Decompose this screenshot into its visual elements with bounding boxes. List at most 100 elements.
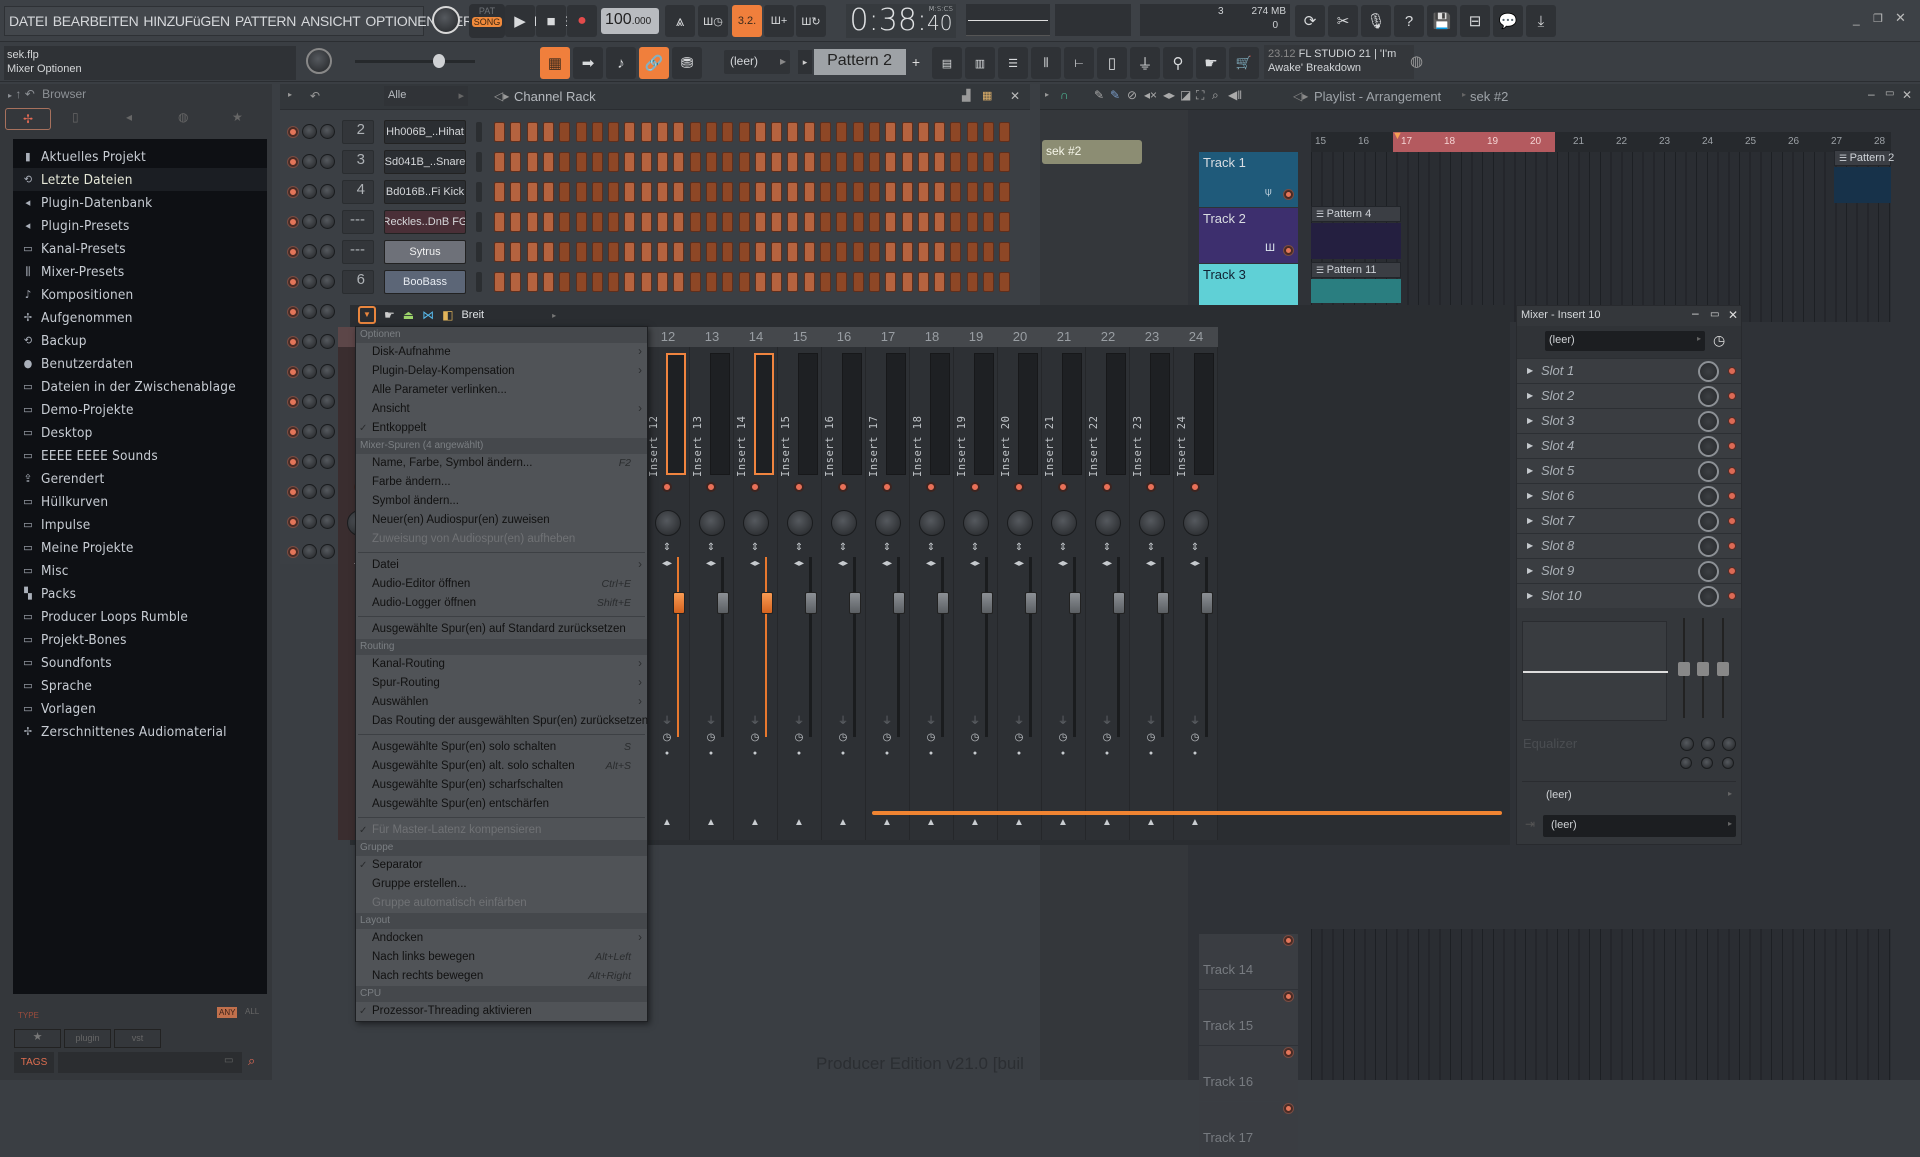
step-button[interactable]	[624, 272, 636, 292]
latency-clock-icon[interactable]: ◷	[1056, 732, 1070, 743]
channel-name-button[interactable]: BooBass	[384, 270, 466, 294]
menu-datei[interactable]: DATEI	[9, 13, 48, 29]
browser-item[interactable]: ▭ Soundfonts	[13, 651, 267, 674]
mixer-strip[interactable]: 23 Insert 23 ⇕ ◂▸ ⏚ ◷ ● ▲	[1130, 327, 1174, 840]
record-arm-icon[interactable]: ⏚	[924, 712, 938, 727]
menu-item[interactable]: ✓ Entkoppelt	[356, 419, 647, 438]
browser-tab-plugins[interactable]: ◂	[126, 110, 132, 124]
eq-band-sliders[interactable]	[1675, 618, 1733, 723]
eq-knob-low-freq[interactable]	[1680, 737, 1694, 751]
mixer-strip[interactable]: 12 Insert 12 ⇕ ◂▸ ⏚ ◷ ● ▲	[646, 327, 690, 840]
track-mute-led[interactable]	[1284, 936, 1293, 945]
expand-arrow-icon[interactable]: ▶	[1527, 366, 1533, 375]
step-button[interactable]	[608, 242, 620, 262]
step-button[interactable]	[820, 122, 831, 142]
step-button[interactable]	[836, 242, 848, 262]
stereo-separation-icon[interactable]: ⇕	[924, 542, 938, 553]
mixer-mute-led[interactable]	[882, 482, 892, 492]
step-button[interactable]	[950, 272, 962, 292]
clip-body[interactable]	[1311, 279, 1401, 303]
slot-mix-knob[interactable]	[1698, 586, 1719, 607]
menu-item[interactable]: Nach rechts bewegen Alt+Right	[356, 967, 647, 986]
channel-volume-knob[interactable]	[302, 184, 317, 199]
step-button[interactable]	[966, 212, 978, 232]
mixer-strip[interactable]: 14 Insert 14 ⇕ ◂▸ ⏚ ◷ ● ▲	[734, 327, 778, 840]
channel-pan-knob[interactable]	[320, 544, 335, 559]
browser-item[interactable]: ✢ Zerschnittenes Audiomaterial	[13, 720, 267, 743]
mixer-pan-knob[interactable]	[743, 510, 769, 536]
step-button[interactable]	[820, 182, 831, 202]
step-button[interactable]	[999, 182, 1011, 202]
step-button[interactable]	[950, 152, 962, 172]
channel-mixer-track[interactable]: ---	[342, 240, 374, 264]
send-arrow-icon[interactable]: ▲	[838, 817, 848, 828]
add-pattern-button[interactable]: +	[908, 50, 924, 74]
browser-item[interactable]: ▭ Meine Projekte	[13, 536, 267, 559]
step-button[interactable]	[510, 242, 522, 262]
step-button[interactable]	[868, 182, 880, 202]
swap-channels-icon[interactable]: ◂▸	[924, 558, 938, 569]
step-button[interactable]	[754, 212, 766, 232]
step-button[interactable]	[917, 182, 929, 202]
step-button[interactable]	[836, 152, 848, 172]
mixer-pan-knob[interactable]	[1051, 510, 1077, 536]
step-button[interactable]	[999, 152, 1011, 172]
channel-volume-knob[interactable]	[302, 274, 317, 289]
latency-clock-icon[interactable]: ◷	[880, 732, 894, 743]
stereo-separation-icon[interactable]: ⇕	[1056, 542, 1070, 553]
insert-close-icon[interactable]: ✕	[1728, 308, 1738, 322]
step-button[interactable]	[868, 242, 880, 262]
track-mute-led[interactable]	[1284, 992, 1293, 1001]
step-button[interactable]	[542, 272, 554, 292]
menu-item[interactable]: Ausgewählte Spur(en) scharfschalten	[356, 776, 647, 795]
step-button[interactable]	[852, 182, 864, 202]
mixer-strip[interactable]: 20 Insert 20 ⇕ ◂▸ ⏚ ◷ ● ▲	[998, 327, 1042, 840]
track-mute-led[interactable]	[1284, 1048, 1293, 1057]
latency-clock-icon[interactable]: ◷	[1144, 732, 1158, 743]
channel-name-button[interactable]: Sytrus	[384, 240, 466, 264]
send-arrow-icon[interactable]: ▲	[750, 817, 760, 828]
step-button[interactable]	[494, 182, 505, 202]
mixer-volume-fader[interactable]	[893, 592, 905, 614]
menu-item[interactable]: Auswählen ›	[356, 693, 647, 712]
channel-mixer-track[interactable]: 2	[342, 120, 374, 144]
channel-volume-knob[interactable]	[302, 484, 317, 499]
step-button[interactable]	[917, 152, 929, 172]
browser-back-icon[interactable]: ↶	[25, 87, 35, 101]
step-button[interactable]	[559, 182, 571, 202]
step-button[interactable]	[820, 152, 831, 172]
playlist-close-icon[interactable]: ✕	[1902, 88, 1912, 102]
playlist-grid-lower[interactable]	[1311, 929, 1891, 1080]
news-panel[interactable]: 23.12 FL STUDIO 21 | 'I'm Awake' Breakdo…	[1264, 45, 1414, 79]
eq-knob-mid-freq[interactable]	[1701, 737, 1715, 751]
minimize-app-button[interactable]: _	[1853, 12, 1860, 26]
mixer-mute-led[interactable]	[1190, 482, 1200, 492]
channel-pan-knob[interactable]	[320, 184, 335, 199]
swap-channels-icon[interactable]: ◂▸	[1100, 558, 1114, 569]
playlist-clip[interactable]: ☰ Pattern 4	[1311, 206, 1401, 222]
step-button[interactable]	[559, 152, 571, 172]
piano-roll-mode-button[interactable]: ▦	[540, 47, 570, 79]
export-audio-button[interactable]: ⊟	[1460, 5, 1490, 37]
slot-enable-led[interactable]	[1728, 392, 1736, 400]
stereo-separation-icon[interactable]: ⇕	[1188, 542, 1202, 553]
step-button[interactable]	[705, 212, 717, 232]
menu-item[interactable]: Gruppe erstellen...	[356, 875, 647, 894]
slot-mix-knob[interactable]	[1698, 386, 1719, 407]
browser-item[interactable]: ⇪ Gerendert	[13, 467, 267, 490]
menu-item[interactable]: Das Routing der ausgewählten Spur(en) zu…	[356, 712, 648, 731]
channel-rack-close-icon[interactable]: ✕	[1010, 89, 1020, 103]
mixer-link-icon[interactable]: ⋈	[422, 308, 434, 322]
mixer-layout-icon[interactable]: ◧	[442, 308, 453, 322]
step-button[interactable]	[608, 122, 620, 142]
channel-select-indicator[interactable]	[476, 182, 482, 202]
channel-mute-led[interactable]	[288, 217, 298, 227]
mute-tool-icon[interactable]: ◂×	[1144, 88, 1157, 102]
mixer-volume-fader[interactable]	[761, 592, 773, 614]
mixer-strip[interactable]: 22 Insert 22 ⇕ ◂▸ ⏚ ◷ ● ▲	[1086, 327, 1130, 840]
clip-source[interactable]: sek #2	[1042, 140, 1142, 164]
menu-item[interactable]: Spur-Routing ›	[356, 674, 647, 693]
menu-item[interactable]: Nach links bewegen Alt+Left	[356, 948, 647, 967]
channel-pan-knob[interactable]	[320, 454, 335, 469]
step-button[interactable]	[999, 212, 1011, 232]
